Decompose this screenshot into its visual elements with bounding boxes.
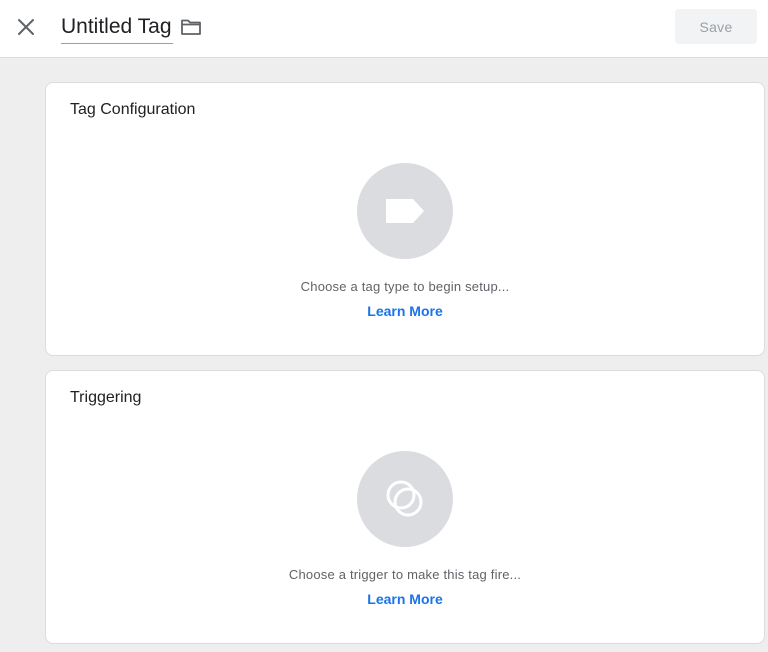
choose-trigger-button[interactable] [357,451,453,547]
card-title: Triggering [70,389,142,406]
folder-button[interactable] [178,14,204,40]
tag-name-field[interactable]: Untitled Tag [61,13,173,44]
trigger-icon [386,480,423,517]
tag-type-hint: Choose a tag type to begin setup... [300,279,510,294]
top-bar: Untitled Tag Save [0,0,768,58]
tag-icon [386,199,424,223]
learn-more-link-text[interactable]: Learn More [367,591,442,607]
triggering-card[interactable]: Triggering Choose a trigger to make this… [45,370,765,644]
learn-more-link: Learn More [46,303,764,319]
save-button[interactable]: Save [675,9,757,44]
tag-configuration-card[interactable]: Tag Configuration Choose a tag type to b… [45,82,765,356]
close-button[interactable] [12,13,40,41]
card-title: Tag Configuration [70,101,196,118]
trigger-hint: Choose a trigger to make this tag fire..… [288,567,522,582]
choose-tag-type-button[interactable] [357,163,453,259]
learn-more-link: Learn More [46,591,764,607]
learn-more-link-text[interactable]: Learn More [367,303,442,319]
close-icon[interactable] [17,18,35,36]
folder-icon[interactable] [180,18,202,36]
